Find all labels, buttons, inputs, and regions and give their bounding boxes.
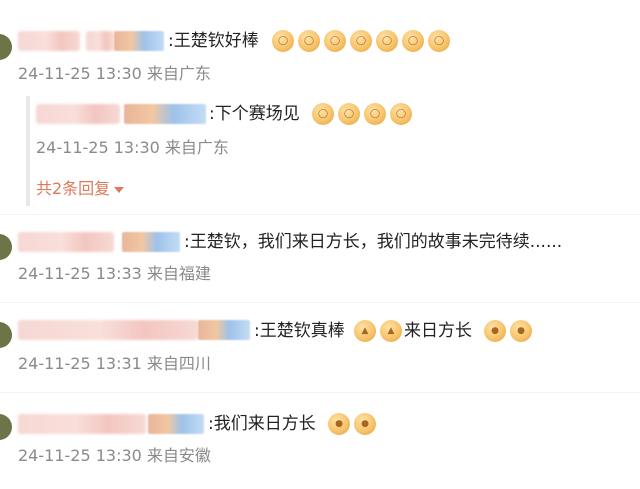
ok-hand-emoji-icon (428, 30, 450, 52)
location: 来自四川 (146, 354, 211, 373)
location: 来自福建 (146, 264, 211, 283)
username-redacted[interactable] (18, 414, 146, 434)
ok-hand-emoji-icon (350, 30, 372, 52)
timestamp: 24-11-25 13:30 (18, 446, 142, 465)
timestamp: 24-11-25 13:31 (18, 354, 142, 373)
emoji-row (328, 413, 376, 435)
username-redacted-tail[interactable] (148, 414, 204, 434)
username-redacted[interactable] (18, 320, 198, 340)
fist-emoji-icon (484, 320, 506, 342)
reply-text: :下个赛场见 (209, 104, 300, 124)
timestamp: 24-11-25 13:33 (18, 264, 142, 283)
ok-hand-emoji-icon (272, 30, 294, 52)
thumbs-up-emoji-icon (354, 320, 376, 342)
ok-hand-emoji-icon (312, 103, 334, 125)
avatar[interactable] (0, 34, 12, 60)
fist-emoji-icon (354, 413, 376, 435)
comment-meta: 24-11-25 13:33 来自福建 (18, 264, 211, 284)
username-redacted-tail[interactable] (122, 232, 180, 252)
username-redacted-tail[interactable] (114, 31, 164, 51)
ok-hand-emoji-icon (364, 103, 386, 125)
comment-meta: 24-11-25 13:31 来自四川 (18, 354, 211, 374)
comment-meta: 24-11-25 13:30 来自安徽 (18, 446, 211, 466)
username-redacted-tail[interactable] (198, 320, 250, 340)
reply-thread-bar (26, 96, 30, 206)
comment-text-after: 来日方长 (404, 321, 472, 341)
avatar[interactable] (0, 234, 12, 260)
ok-hand-emoji-icon (376, 30, 398, 52)
expand-replies-label: 共2条回复 (36, 179, 111, 198)
emoji-row (272, 30, 450, 52)
emoji-row (312, 103, 412, 125)
username-redacted-tail[interactable] (124, 104, 206, 124)
chevron-down-icon (114, 186, 125, 193)
ok-hand-emoji-icon (402, 30, 424, 52)
location: 来自广东 (164, 138, 229, 157)
ok-hand-emoji-icon (338, 103, 360, 125)
avatar[interactable] (0, 322, 12, 348)
comment-text: :王楚钦好棒 (168, 31, 259, 51)
thumbs-up-emoji-icon (380, 320, 402, 342)
emoji-row (484, 320, 532, 342)
timestamp: 24-11-25 13:30 (18, 64, 142, 83)
username-redacted[interactable] (86, 31, 114, 51)
fist-emoji-icon (510, 320, 532, 342)
avatar[interactable] (0, 414, 12, 440)
divider (0, 302, 640, 303)
fist-emoji-icon (328, 413, 350, 435)
ok-hand-emoji-icon (390, 103, 412, 125)
username-redacted[interactable] (18, 31, 80, 51)
divider (0, 214, 640, 215)
location: 来自安徽 (146, 446, 211, 465)
comment-meta: 24-11-25 13:30 来自广东 (18, 64, 211, 84)
comment-text: :王楚钦真棒 (254, 321, 345, 341)
ok-hand-emoji-icon (298, 30, 320, 52)
reply-meta: 24-11-25 13:30 来自广东 (36, 138, 229, 158)
divider (0, 392, 640, 393)
comment-text: :王楚钦，我们来日方长，我们的故事未完待续...... (184, 232, 563, 252)
username-redacted[interactable] (36, 104, 120, 124)
emoji-row (354, 320, 402, 342)
expand-replies-link[interactable]: 共2条回复 (36, 179, 125, 199)
timestamp: 24-11-25 13:30 (36, 138, 160, 157)
location: 来自广东 (146, 64, 211, 83)
comment-text: :我们来日方长 (208, 414, 316, 434)
ok-hand-emoji-icon (324, 30, 346, 52)
username-redacted[interactable] (18, 232, 114, 252)
